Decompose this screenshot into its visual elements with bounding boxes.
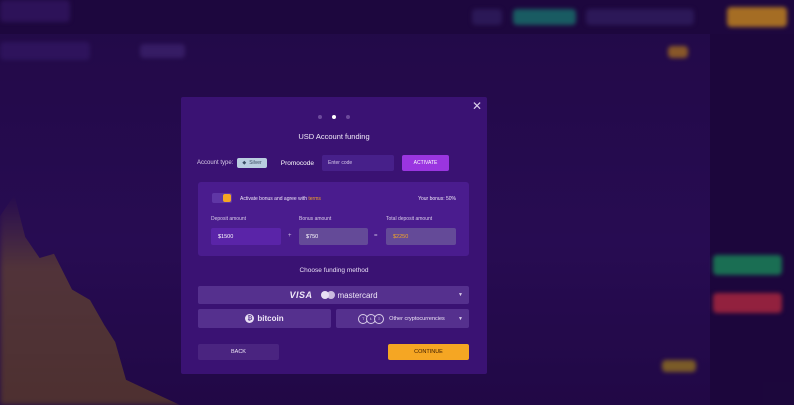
mastercard-icon xyxy=(320,291,335,299)
bonus-toggle[interactable] xyxy=(212,193,232,203)
promocode-input[interactable] xyxy=(321,155,394,171)
crypto-coin-icon: Ξ xyxy=(374,313,385,324)
account-type-value: Silver xyxy=(249,160,262,166)
bitcoin-option[interactable]: ₿ bitcoin xyxy=(198,309,331,328)
bonus-agree-text: Activate bonus and agree with terms xyxy=(240,196,321,202)
crypto-icons: T Ł Ξ xyxy=(358,313,385,324)
deposit-amount-field[interactable]: $1500 xyxy=(211,228,281,245)
bonus-panel: Activate bonus and agree with terms Your… xyxy=(198,182,469,256)
funding-modal: ✕ USD Account funding Account type: ◆ Si… xyxy=(181,97,487,374)
step-dot-active xyxy=(332,115,336,119)
equals-sign: = xyxy=(374,233,378,239)
bitcoin-icon: ₿ xyxy=(245,314,255,323)
account-promo-row: Account type: ◆ Silver Promocode ACTIVAT… xyxy=(197,155,471,171)
step-indicator xyxy=(181,115,487,119)
deposit-amount-label: Deposit amount xyxy=(211,216,247,222)
step-dot xyxy=(346,115,350,119)
bitcoin-text: bitcoin xyxy=(257,314,284,323)
total-amount-label: Total deposit amount xyxy=(386,216,433,222)
diamond-icon: ◆ xyxy=(242,160,247,166)
mastercard-logo: mastercard xyxy=(320,290,378,300)
plus-sign: + xyxy=(288,233,292,239)
back-button[interactable]: BACK xyxy=(198,344,279,360)
total-amount-field: $2250 xyxy=(386,228,456,245)
chevron-down-icon: ▼ xyxy=(458,315,463,322)
other-crypto-option[interactable]: T Ł Ξ Other cryptocurrencies ▼ xyxy=(336,309,469,328)
account-type-badge: ◆ Silver xyxy=(237,158,267,168)
mastercard-text: mastercard xyxy=(337,290,378,300)
agree-text: Activate bonus and agree with xyxy=(240,196,307,202)
continue-button[interactable]: CONTINUE xyxy=(388,344,469,360)
step-dot xyxy=(318,115,322,119)
visa-logo: VISA xyxy=(289,290,313,300)
promocode-label: Promocode xyxy=(280,159,314,167)
account-type-label: Account type: xyxy=(197,160,234,166)
modal-title: USD Account funding xyxy=(298,132,370,141)
bitcoin-logo: ₿ bitcoin xyxy=(245,314,284,323)
close-icon[interactable]: ✕ xyxy=(472,99,482,113)
chevron-down-icon: ▼ xyxy=(458,292,463,298)
other-crypto-text: Other cryptocurrencies xyxy=(389,315,445,322)
activate-button[interactable]: ACTIVATE xyxy=(401,155,449,171)
bonus-amount-field: $750 xyxy=(299,228,368,245)
terms-link[interactable]: terms xyxy=(308,196,321,202)
bonus-amount-label: Bonus amount xyxy=(299,216,332,222)
funding-method-heading: Choose funding method xyxy=(299,267,369,274)
visa-mastercard-option[interactable]: VISA mastercard ▼ xyxy=(198,286,469,304)
toggle-knob xyxy=(223,194,231,202)
your-bonus: Your bonus: 50% xyxy=(418,196,456,202)
